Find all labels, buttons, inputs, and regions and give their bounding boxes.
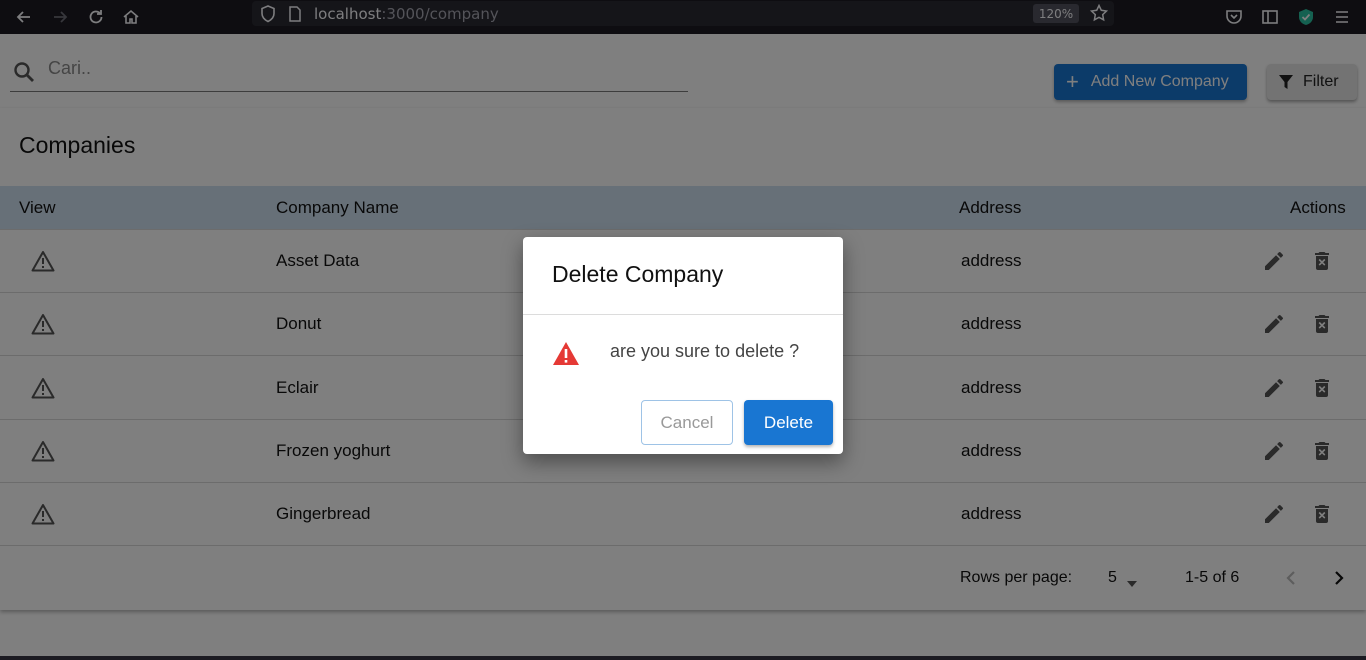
delete-button[interactable]: Delete (744, 400, 833, 445)
dialog-divider (523, 314, 843, 315)
window-bottom-edge (0, 656, 1366, 660)
dialog-title: Delete Company (552, 261, 724, 287)
dialog-message: are you sure to delete ? (610, 341, 800, 361)
cancel-button[interactable]: Cancel (641, 400, 733, 445)
warning-icon (552, 341, 580, 371)
delete-company-dialog: Delete Company are you sure to delete ? … (523, 237, 843, 454)
